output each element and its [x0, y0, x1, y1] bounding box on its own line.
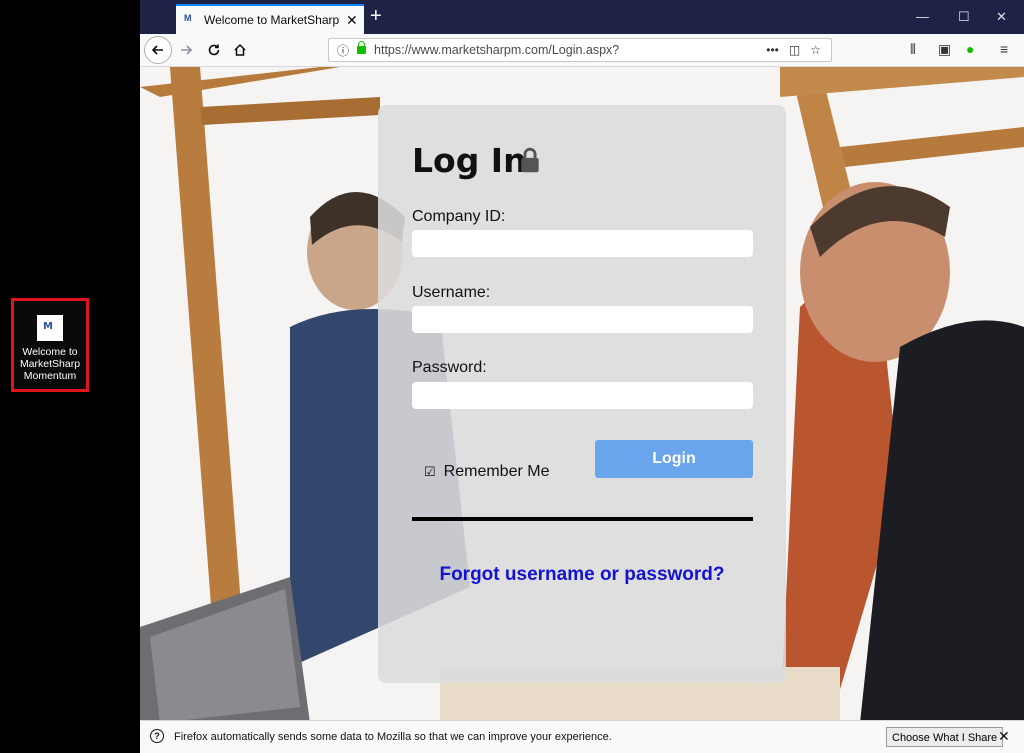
login-heading: Log In: [412, 141, 527, 180]
forward-button[interactable]: [174, 38, 198, 62]
remember-me-option[interactable]: ☑ Remember Me: [424, 463, 549, 481]
url-text[interactable]: https://www.marketsharpm.com/Login.aspx?: [374, 43, 766, 57]
back-arrow-icon: [151, 45, 163, 55]
username-label: Username:: [412, 284, 491, 301]
divider: [412, 517, 753, 521]
company-id-input[interactable]: [412, 230, 753, 257]
back-button[interactable]: [144, 36, 172, 64]
page-content: Log In Company ID: Username: Password: ☑…: [140, 67, 1024, 723]
navigation-toolbar: ⓘ https://www.marketsharpm.com/Login.asp…: [140, 34, 1024, 67]
data-notification-bar: ? Firefox automatically sends some data …: [140, 720, 1024, 753]
menu-hamburger-icon[interactable]: ≡: [1000, 41, 1008, 57]
username-input[interactable]: [412, 306, 753, 333]
remember-me-label: Remember Me: [443, 463, 550, 480]
forgot-credentials-link[interactable]: Forgot username or password?: [378, 564, 786, 586]
choose-what-i-share-button[interactable]: Choose What I Share: [886, 727, 1004, 747]
new-tab-button[interactable]: +: [370, 6, 382, 26]
company-id-label: Company ID:: [412, 208, 506, 225]
close-notification-icon[interactable]: ✕: [998, 728, 1010, 745]
padlock-icon: [521, 147, 539, 173]
home-icon: [234, 43, 246, 56]
notification-message: Firefox automatically sends some data to…: [174, 731, 612, 743]
close-tab-icon[interactable]: ✕: [346, 12, 358, 29]
site-favicon-icon: M: [184, 13, 192, 23]
sidebar-icon[interactable]: ▣: [938, 41, 951, 58]
marketsharp-app-icon: M: [37, 315, 63, 341]
tab-marketsharp[interactable]: M Welcome to MarketSharp Mom ✕: [176, 4, 364, 34]
pocket-icon[interactable]: ◫: [789, 43, 800, 57]
site-info-icon[interactable]: ⓘ: [337, 42, 349, 59]
login-card: Log In Company ID: Username: Password: ☑…: [378, 105, 786, 683]
library-icon[interactable]: ⫴: [910, 41, 916, 58]
remember-me-checkbox[interactable]: ☑: [424, 464, 436, 480]
forward-arrow-icon: [181, 45, 193, 55]
close-window-button[interactable]: ✕: [996, 9, 1007, 25]
home-button[interactable]: [228, 38, 252, 62]
password-label: Password:: [412, 359, 487, 376]
password-input[interactable]: [412, 382, 753, 409]
page-actions-icon[interactable]: •••: [766, 43, 779, 57]
title-bar: M Welcome to MarketSharp Mom ✕ + — ☐ ✕: [140, 0, 1024, 34]
address-bar[interactable]: ⓘ https://www.marketsharpm.com/Login.asp…: [328, 38, 832, 62]
tab-title: Welcome to MarketSharp Mom: [204, 13, 342, 27]
firefox-window: M Welcome to MarketSharp Mom ✕ + — ☐ ✕ ⓘ…: [140, 0, 1024, 753]
sync-check-icon[interactable]: ●: [966, 41, 974, 57]
reload-icon: [208, 44, 220, 56]
reload-button[interactable]: [202, 38, 226, 62]
desktop-shortcut-marketsharp[interactable]: M Welcome to MarketSharp Momentum: [11, 298, 89, 392]
login-button[interactable]: Login: [595, 440, 753, 478]
secure-lock-icon: [357, 41, 367, 54]
help-question-icon: ?: [150, 729, 164, 743]
maximize-button[interactable]: ☐: [958, 9, 970, 25]
desktop-shortcut-label: Welcome to MarketSharp Momentum: [19, 346, 81, 382]
minimize-button[interactable]: —: [916, 9, 929, 24]
bookmark-star-icon[interactable]: ☆: [810, 43, 821, 57]
